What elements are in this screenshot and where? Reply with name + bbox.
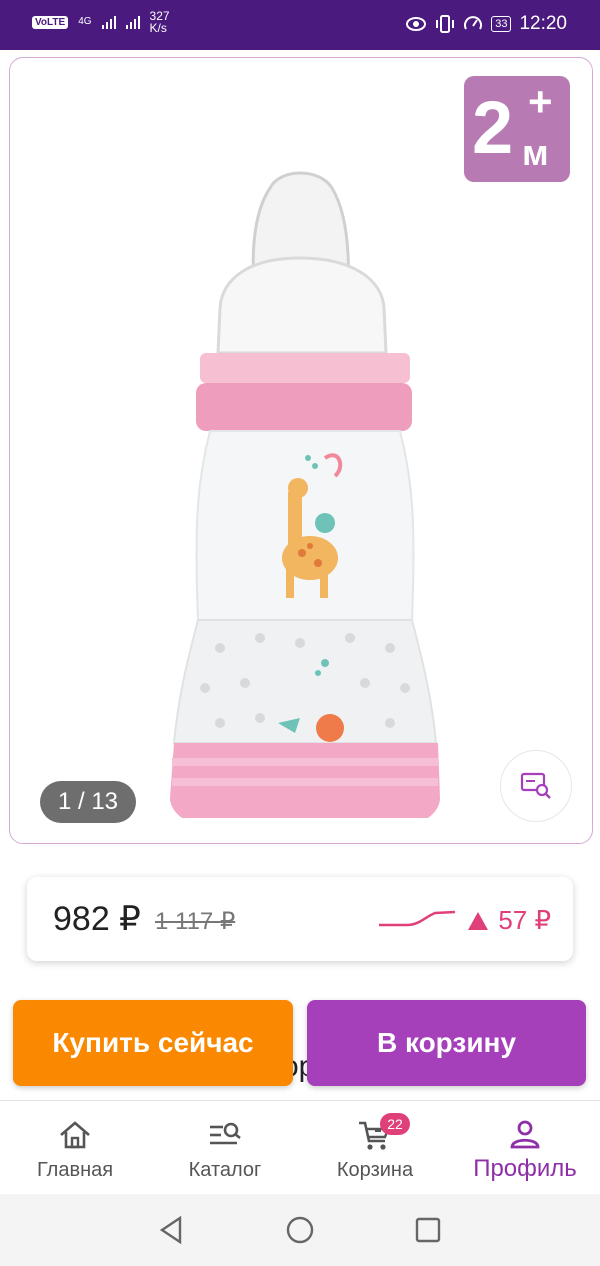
age-badge-plus: + (528, 78, 553, 125)
nav-label-home: Главная (36, 1159, 114, 1181)
vibrate-icon (436, 15, 455, 33)
catalog-search-icon (210, 1122, 241, 1145)
volte-indicator: VoLTE (32, 15, 69, 29)
age-badge-number: 2 (472, 86, 514, 169)
network-speed-unit: K/s (149, 21, 167, 35)
price-change: 57 ₽ (468, 905, 551, 936)
home-circle-icon[interactable] (284, 1214, 316, 1246)
price-trend-icon (379, 910, 456, 927)
nav-item-profile[interactable]: Профиль (450, 1101, 600, 1195)
status-right: 33 12:20 (405, 13, 567, 35)
nav-item-home[interactable]: Главная (0, 1101, 150, 1195)
status-left: VoLTE 4G 327 K/s (32, 10, 170, 34)
age-badge: 2 + м (464, 76, 570, 182)
home-icon (60, 1121, 90, 1149)
current-price: 982 ₽ (53, 900, 141, 938)
nav-label-cart: Корзина (336, 1159, 414, 1181)
network-speed: 327 K/s (150, 10, 170, 34)
cart-badge: 22 (380, 1113, 410, 1135)
image-counter: 1 / 13 (40, 781, 136, 823)
buy-now-button[interactable]: Купить сейчас (13, 1000, 293, 1086)
clock: 12:20 (519, 13, 567, 34)
image-search-icon (520, 772, 551, 799)
status-bar: VoLTE 4G 327 K/s 33 12:20 (0, 0, 600, 50)
system-navigation-bar (0, 1194, 600, 1266)
price-change-value: 57 ₽ (498, 905, 551, 935)
signal-icon-2 (125, 15, 140, 29)
signal-icon (101, 15, 116, 29)
recents-icon[interactable] (412, 1214, 444, 1246)
add-to-cart-button[interactable]: В корзину (307, 1000, 586, 1086)
product-image (170, 171, 440, 818)
profile-icon (510, 1120, 540, 1149)
nav-label-catalog: Каталог (188, 1159, 262, 1181)
speedometer-icon (464, 16, 483, 30)
price-up-icon (468, 911, 489, 930)
battery-indicator: 33 (491, 16, 512, 32)
old-price: 1 117 ₽ (155, 908, 236, 935)
age-badge-unit: м (522, 132, 549, 173)
product-image-gallery[interactable]: 2 + м 1 / 13 (9, 57, 593, 844)
zoom-button[interactable] (500, 750, 572, 822)
bottom-navigation: Главная Каталог 22 Корзина Профиль (0, 1100, 600, 1194)
network-type: 4G (78, 16, 92, 27)
product-page: VoLTE 4G 327 K/s 33 12:20 2 + м 1 / 13 9… (0, 0, 600, 1266)
price-card[interactable]: 982 ₽ 1 117 ₽ 57 ₽ (27, 877, 573, 961)
nav-label-profile: Профиль (473, 1155, 577, 1182)
nav-item-cart[interactable]: 22 Корзина (300, 1101, 450, 1195)
nav-item-catalog[interactable]: Каталог (150, 1101, 300, 1195)
eye-icon (406, 17, 427, 31)
back-icon[interactable] (156, 1214, 188, 1246)
